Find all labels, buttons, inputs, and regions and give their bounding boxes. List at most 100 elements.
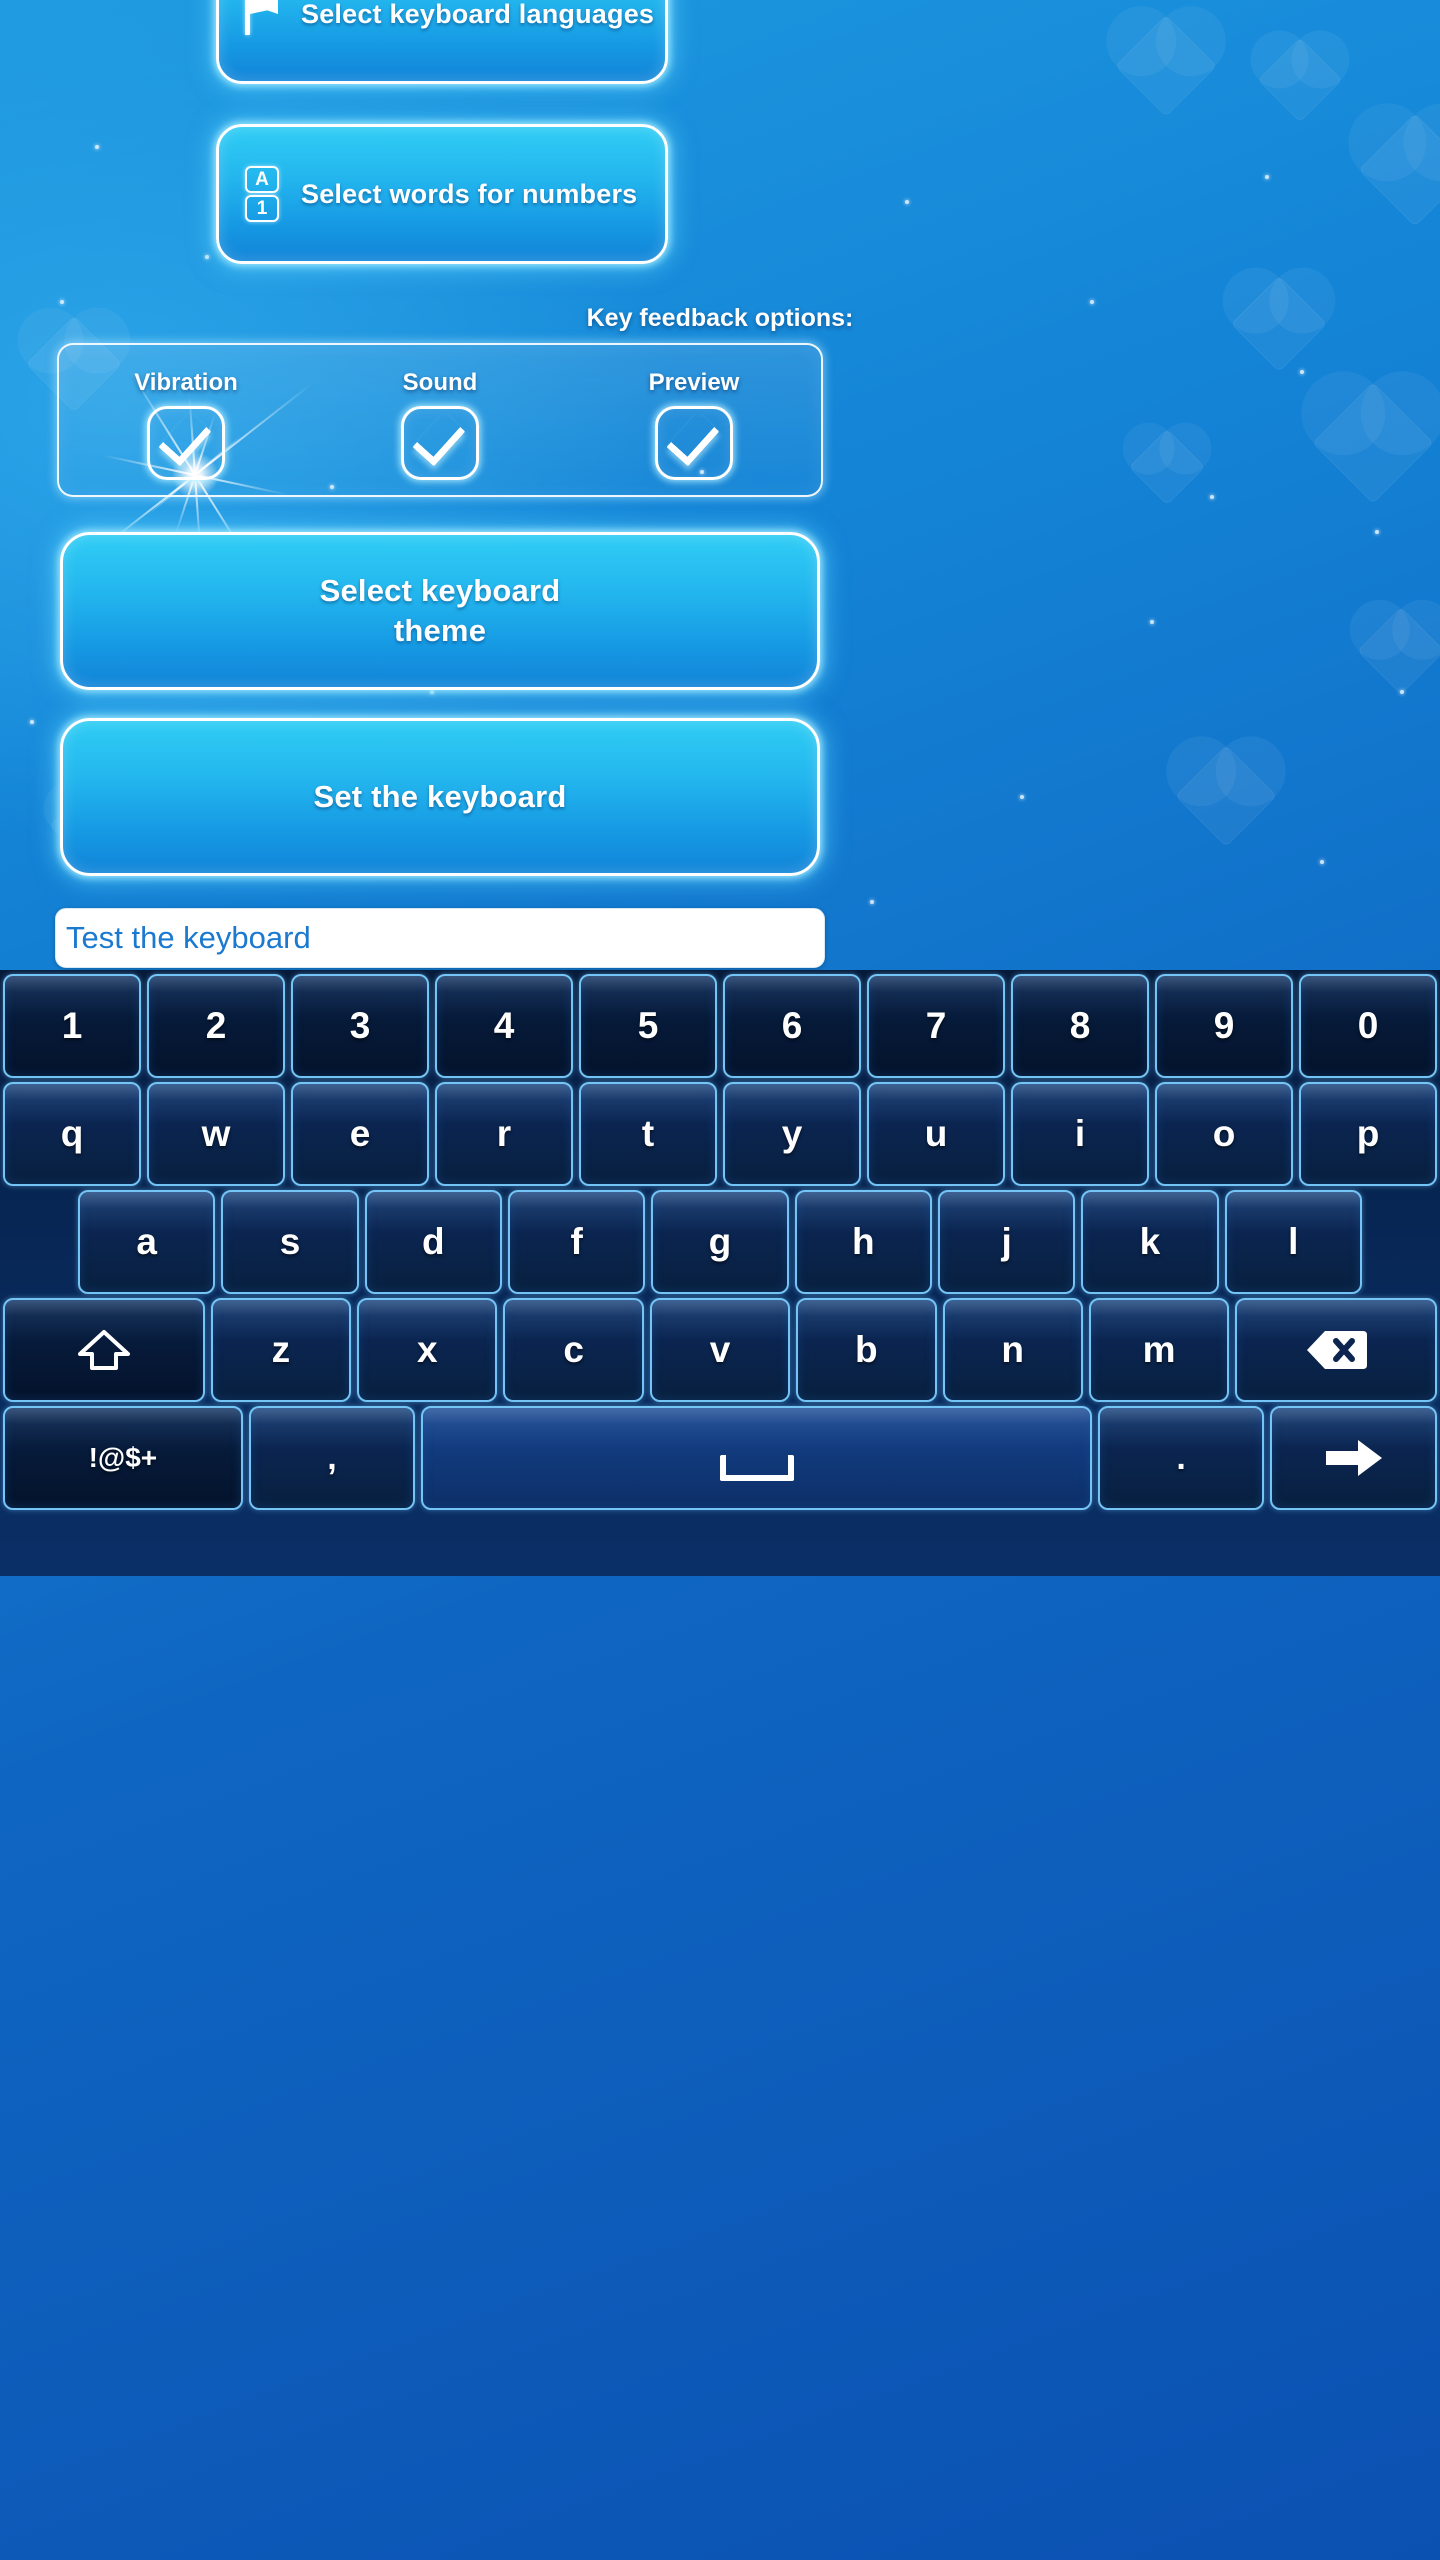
key-c[interactable]: c <box>503 1298 644 1402</box>
key-i[interactable]: i <box>1011 1082 1149 1186</box>
key-feedback-options-panel: Vibration Sound Preview <box>57 343 823 497</box>
select-keyboard-theme-line2: theme <box>393 613 487 648</box>
heart-shape <box>1128 428 1206 506</box>
vibration-checkbox[interactable] <box>147 406 225 480</box>
key-9[interactable]: 9 <box>1155 974 1293 1078</box>
keyboard-row-zxcv: z x c v b n m <box>0 1298 1440 1402</box>
key-g[interactable]: g <box>651 1190 789 1294</box>
key-w[interactable]: w <box>147 1082 285 1186</box>
select-words-for-numbers-button[interactable]: A 1 Select words for numbers <box>216 124 668 264</box>
enter-key[interactable] <box>1270 1406 1438 1510</box>
heart-shape <box>1257 37 1343 123</box>
key-v[interactable]: v <box>649 1298 791 1402</box>
keyboard-row-qwerty: q w e r t y u i o p <box>0 1082 1440 1186</box>
key-2[interactable]: 2 <box>147 974 285 1078</box>
key-5[interactable]: 5 <box>579 974 717 1078</box>
test-keyboard-placeholder: Test the keyboard <box>66 920 311 955</box>
star-dot <box>1020 795 1024 799</box>
period-key[interactable]: . <box>1097 1406 1265 1510</box>
comma-key[interactable]: , <box>248 1406 416 1510</box>
shift-arrow-icon <box>76 1328 132 1372</box>
check-icon <box>411 411 465 467</box>
key-y[interactable]: y <box>723 1082 861 1186</box>
key-e[interactable]: e <box>291 1082 429 1186</box>
star-dot <box>205 255 209 259</box>
key-feedback-options-title: Key feedback options: <box>586 304 854 332</box>
key-0[interactable]: 0 <box>1299 974 1437 1078</box>
star-dot <box>905 200 909 204</box>
feedback-option-preview-label: Preview <box>648 369 740 396</box>
check-icon <box>665 411 719 467</box>
feedback-option-vibration-label: Vibration <box>134 369 238 396</box>
star-dot <box>30 720 34 724</box>
star-dot <box>1150 620 1154 624</box>
letter-number-icon-top: A <box>245 166 279 193</box>
keyboard-row-bottom: !@$+ , . <box>0 1406 1440 1510</box>
key-m[interactable]: m <box>1088 1298 1230 1402</box>
star-dot <box>1300 370 1304 374</box>
key-z[interactable]: z <box>210 1298 352 1402</box>
set-the-keyboard-label: Set the keyboard <box>313 779 567 814</box>
key-s[interactable]: s <box>221 1190 359 1294</box>
key-t[interactable]: t <box>579 1082 717 1186</box>
keyboard-row-numbers: 1 2 3 4 5 6 7 8 9 0 <box>0 974 1440 1078</box>
key-b[interactable]: b <box>796 1298 937 1402</box>
key-6[interactable]: 6 <box>723 974 861 1078</box>
key-h[interactable]: h <box>794 1190 932 1294</box>
select-keyboard-theme-button[interactable]: Select keyboard theme <box>60 532 820 690</box>
key-j[interactable]: j <box>937 1190 1076 1294</box>
key-7[interactable]: 7 <box>867 974 1005 1078</box>
key-o[interactable]: o <box>1155 1082 1293 1186</box>
sound-checkbox[interactable] <box>401 406 479 480</box>
key-k[interactable]: k <box>1081 1190 1219 1294</box>
key-3[interactable]: 3 <box>291 974 429 1078</box>
flag-icon <box>245 0 279 35</box>
check-icon <box>157 411 211 467</box>
test-keyboard-input[interactable]: Test the keyboard <box>55 908 825 968</box>
feedback-option-vibration[interactable]: Vibration <box>86 369 286 480</box>
feedback-option-sound[interactable]: Sound <box>340 369 540 480</box>
key-l[interactable]: l <box>1224 1190 1362 1294</box>
key-8[interactable]: 8 <box>1011 974 1149 1078</box>
key-a[interactable]: a <box>78 1190 216 1294</box>
star-dot <box>430 690 434 694</box>
feedback-option-sound-label: Sound <box>402 369 478 396</box>
star-dot <box>1400 690 1404 694</box>
select-keyboard-languages-button[interactable]: Select keyboard languages <box>216 0 668 84</box>
key-4[interactable]: 4 <box>435 974 573 1078</box>
key-1[interactable]: 1 <box>3 974 141 1078</box>
star-dot <box>870 900 874 904</box>
backspace-icon <box>1305 1329 1368 1371</box>
set-the-keyboard-button[interactable]: Set the keyboard <box>60 718 820 876</box>
key-f[interactable]: f <box>507 1190 646 1294</box>
feedback-option-preview[interactable]: Preview <box>594 369 794 480</box>
key-p[interactable]: p <box>1299 1082 1437 1186</box>
heart-shape <box>1358 113 1440 227</box>
key-x[interactable]: x <box>357 1298 498 1402</box>
key-u[interactable]: u <box>867 1082 1005 1186</box>
heart-shape <box>1115 15 1217 117</box>
letter-number-icon-bottom: 1 <box>245 195 279 222</box>
key-n[interactable]: n <box>942 1298 1083 1402</box>
on-screen-keyboard: 1 2 3 4 5 6 7 8 9 0 q w e r t y u i o p … <box>0 970 1440 1576</box>
key-q[interactable]: q <box>3 1082 141 1186</box>
select-words-for-numbers-label: Select words for numbers <box>301 178 638 209</box>
heart-shape <box>1357 607 1440 695</box>
star-dot <box>95 145 99 149</box>
arrow-right-icon <box>1324 1436 1384 1480</box>
star-dot <box>1210 495 1214 499</box>
symbols-key[interactable]: !@$+ <box>3 1406 243 1510</box>
letter-number-icon: A 1 <box>245 166 279 222</box>
key-r[interactable]: r <box>435 1082 573 1186</box>
space-key[interactable] <box>421 1406 1092 1510</box>
heart-shape <box>1312 382 1434 504</box>
star-dot <box>1265 175 1269 179</box>
keyboard-row-asdf: a s d f g h j k l <box>0 1190 1440 1294</box>
key-d[interactable]: d <box>364 1190 502 1294</box>
preview-checkbox[interactable] <box>655 406 733 480</box>
select-keyboard-languages-label: Select keyboard languages <box>301 0 655 29</box>
app-screen: Select keyboard languages A 1 Select wor… <box>0 0 1440 2560</box>
backspace-key[interactable] <box>1235 1298 1437 1402</box>
shift-key[interactable] <box>3 1298 205 1402</box>
space-bar-icon <box>719 1455 794 1481</box>
